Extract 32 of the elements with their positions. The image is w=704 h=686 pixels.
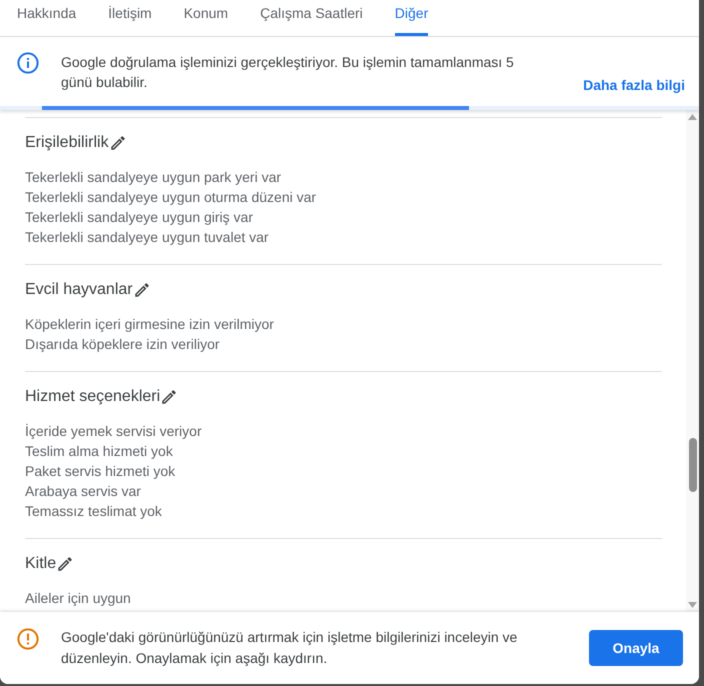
attribute-item: Arabaya servis var (25, 482, 141, 501)
section-title: Erişilebilirlik (25, 133, 109, 153)
tab[interactable]: İletişim (108, 0, 152, 36)
learn-more-link[interactable]: Daha fazla bilgi (583, 75, 685, 95)
info-message: Google doğrulama işleminizi gerçekleştiriyor. Bu işlemin tamamlanması 5 günü bulabilir. (61, 53, 515, 92)
attribute-item: İçeride yemek servisi veriyor (25, 422, 202, 441)
scrollbar-thumb[interactable] (688, 438, 696, 492)
pencil-icon[interactable] (108, 134, 127, 152)
attribute-item: Aileler için uygun (25, 589, 131, 608)
attribute-item: Tekerlekli sandalyeye uygun giriş var (25, 208, 253, 227)
scrollbar-track[interactable] (686, 110, 699, 612)
section-title: Kitle (25, 554, 56, 574)
warning-icon (16, 627, 40, 651)
info-icon (16, 51, 40, 75)
attribute-item: Tekerlekli sandalyeye uygun oturma düzeni var (25, 188, 316, 207)
attribute-item: Tekerlekli sandalyeye uygun park yeri var (25, 168, 282, 187)
attribute-item: Paket servis hizmeti yok (25, 462, 176, 481)
pencil-icon[interactable] (132, 281, 151, 299)
section-title: Hizmet seçenekleri (25, 387, 160, 407)
attribute-item: Temassız teslimat yok (25, 502, 162, 521)
section-title: Evcil hayvanlar (25, 280, 133, 300)
review-message: Google'daki görünürlüğünüzü artırmak için işletme bilgilerinizi inceleyin ve düzenleyin. Onaylamak için aşağı kaydırın. (61, 628, 518, 668)
attribute-item: Köpeklerin içeri girmesine izin verilmiyor (25, 315, 274, 334)
tab[interactable]: Hakkında (17, 0, 76, 36)
pencil-icon[interactable] (56, 555, 74, 573)
confirm-button[interactable]: Onayla (589, 630, 683, 666)
attribute-item: Tekerlekli sandalyeye uygun tuvalet var (25, 228, 269, 247)
tab[interactable]: Çalışma Saatleri (260, 0, 363, 36)
pencil-icon[interactable] (160, 388, 178, 406)
attribute-item: Teslim alma hizmeti yok (25, 442, 173, 461)
attribute-item: Dışarıda köpeklere izin veriliyor (25, 335, 220, 354)
tab[interactable]: Konum (184, 0, 228, 36)
